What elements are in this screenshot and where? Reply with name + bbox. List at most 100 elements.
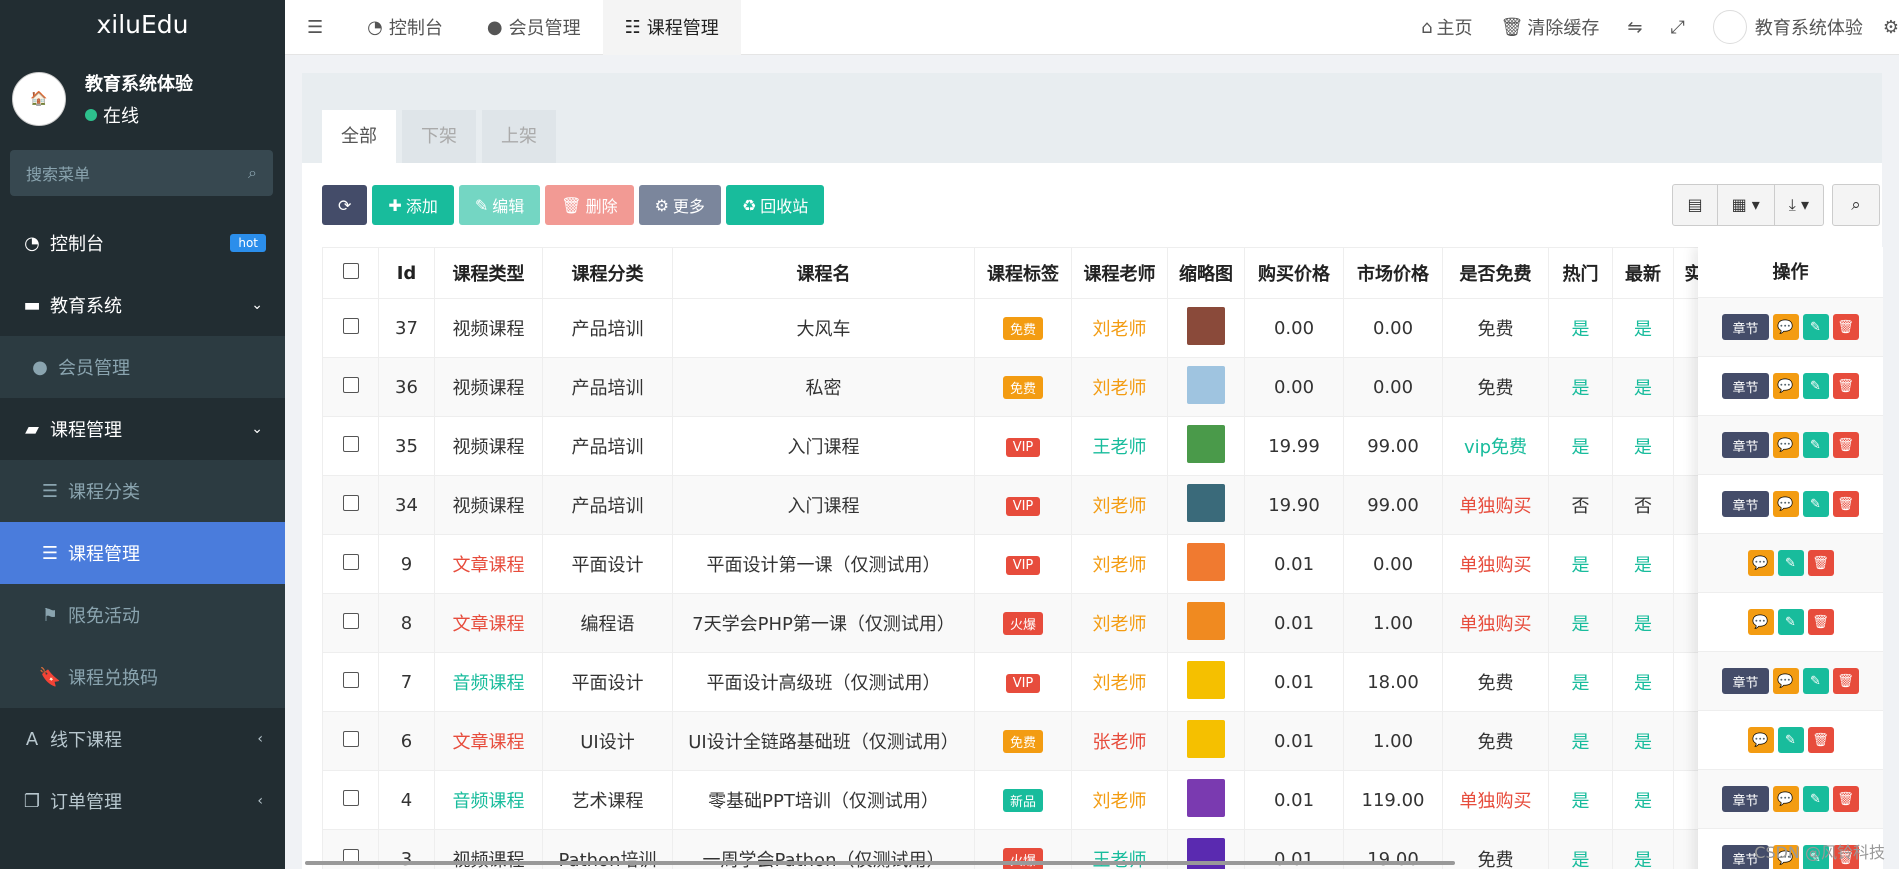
row-checkbox[interactable] <box>322 475 379 535</box>
comment-button[interactable]: 💬 <box>1772 432 1799 458</box>
comment-button[interactable]: 💬 <box>1772 491 1799 517</box>
chapters-button[interactable]: 章节 <box>1722 314 1769 340</box>
settings-gear-icon[interactable]: ⚙ <box>1877 0 1899 55</box>
th-name[interactable]: 课程名 <box>672 247 975 299</box>
sidebar-item-6[interactable]: ⚑ 限免活动 <box>0 584 285 646</box>
edit-row-button[interactable]: ✎ <box>1802 314 1829 340</box>
thumbnail-image[interactable] <box>1187 660 1225 699</box>
nav-tab-dashboard[interactable]: ◔ 控制台 <box>345 0 465 55</box>
row-checkbox[interactable] <box>322 711 379 771</box>
comment-button[interactable]: 💬 <box>1747 550 1774 576</box>
table-row[interactable]: 36 视频课程 产品培训 私密 免费 刘老师 0.00 0.00 免费是是 <box>322 357 1714 417</box>
tab-online[interactable]: 上架 <box>482 110 556 163</box>
table-row[interactable]: 7 音频课程 平面设计 平面设计高级班（仅测试用） VIP 刘老师 0.01 18.00 免费是… <box>322 652 1714 712</box>
edit-row-button[interactable]: ✎ <box>1802 786 1829 812</box>
edit-row-button[interactable]: ✎ <box>1802 668 1829 694</box>
thumbnail-image[interactable] <box>1187 719 1225 758</box>
recycle-bin-button[interactable]: ♻ 回收站 <box>725 185 825 225</box>
comment-button[interactable]: 💬 <box>1772 786 1799 812</box>
edit-row-button[interactable]: ✎ <box>1777 550 1804 576</box>
delete-row-button[interactable]: 🗑 <box>1832 668 1859 694</box>
thumbnail-image[interactable] <box>1187 483 1225 522</box>
delete-row-button[interactable]: 🗑 <box>1832 314 1859 340</box>
edit-row-button[interactable]: ✎ <box>1777 609 1804 635</box>
delete-row-button[interactable]: 🗑 <box>1832 432 1859 458</box>
comment-button[interactable]: 💬 <box>1747 609 1774 635</box>
sidebar-item-9[interactable]: ❐ 订单管理 ‹ <box>0 770 285 832</box>
sidebar-item-3[interactable]: ▰ 课程管理 ⌄ <box>0 398 285 460</box>
chapters-button[interactable]: 章节 <box>1722 373 1769 399</box>
sidebar-item-7[interactable]: 🔖 课程兑换码 <box>0 646 285 708</box>
delete-row-button[interactable]: 🗑 <box>1832 491 1859 517</box>
table-row[interactable]: 9 文章课程 平面设计 平面设计第一课（仅测试用） VIP 刘老师 0.01 0.00 单独购买… <box>322 534 1714 594</box>
comment-button[interactable]: 💬 <box>1747 727 1774 753</box>
table-row[interactable]: 34 视频课程 产品培训 入门课程 VIP 刘老师 19.90 99.00 单独购买否否 <box>322 475 1714 535</box>
tab-offline[interactable]: 下架 <box>402 110 476 163</box>
tab-all[interactable]: 全部 <box>322 110 396 163</box>
sidebar-item-4[interactable]: ☰ 课程分类 <box>0 460 285 522</box>
edit-row-button[interactable]: ✎ <box>1802 491 1829 517</box>
th-tag[interactable]: 课程标签 <box>974 247 1072 299</box>
sidebar-item-5[interactable]: ☰ 课程管理 <box>0 522 285 584</box>
chapters-button[interactable]: 章节 <box>1722 432 1769 458</box>
home-link[interactable]: ⌂ 主页 <box>1407 0 1486 55</box>
th-buy-price[interactable]: 购买价格 <box>1244 247 1344 299</box>
th-new[interactable]: 最新 <box>1612 247 1674 299</box>
thumbnail-image[interactable] <box>1187 542 1225 581</box>
delete-row-button[interactable]: 🗑 <box>1807 609 1834 635</box>
th-thumb[interactable]: 缩略图 <box>1167 247 1245 299</box>
comment-button[interactable]: 💬 <box>1772 373 1799 399</box>
refresh-button[interactable]: ⟳ <box>322 185 368 225</box>
chapters-button[interactable]: 章节 <box>1722 786 1769 812</box>
comment-button[interactable]: 💬 <box>1772 668 1799 694</box>
thumbnail-image[interactable] <box>1187 424 1225 463</box>
row-checkbox[interactable] <box>322 652 379 712</box>
table-row[interactable]: 35 视频课程 产品培训 入门课程 VIP 王老师 19.99 99.00 vip免费是是 <box>322 416 1714 476</box>
columns-icon[interactable]: ▦ ▾ <box>1718 185 1775 225</box>
table-row[interactable]: 8 文章课程 编程语 7天学会PHP第一课（仅测试用） 火爆 刘老师 0.01 1.00 单独购… <box>322 593 1714 653</box>
sidebar-toggle-button[interactable]: ☰ <box>285 0 345 55</box>
add-button[interactable]: ✚ 添加 <box>372 185 454 225</box>
sidebar-item-1[interactable]: ▬ 教育系统 ⌄ <box>0 274 285 336</box>
table-row[interactable]: 6 文章课程 UI设计 UI设计全链路基础班（仅测试用） 免费 张老师 0.01 1.00 免费… <box>322 711 1714 771</box>
delete-row-button[interactable]: 🗑 <box>1832 373 1859 399</box>
horizontal-scrollbar[interactable] <box>305 861 1455 865</box>
edit-row-button[interactable]: ✎ <box>1777 727 1804 753</box>
thumbnail-image[interactable] <box>1187 365 1225 404</box>
chapters-button[interactable]: 章节 <box>1722 491 1769 517</box>
edit-row-button[interactable]: ✎ <box>1802 432 1829 458</box>
row-checkbox[interactable] <box>322 770 379 830</box>
edit-button[interactable]: ✎ 编辑 <box>458 185 541 225</box>
th-hot[interactable]: 热门 <box>1548 247 1613 299</box>
language-icon[interactable]: ⇋ <box>1613 0 1656 55</box>
table-search-button[interactable]: ⌕ <box>1832 184 1880 226</box>
table-row[interactable]: 37 视频课程 产品培训 大风车 免费 刘老师 0.00 0.00 免费是是 <box>322 298 1714 358</box>
row-checkbox[interactable] <box>322 357 379 417</box>
row-checkbox[interactable] <box>322 416 379 476</box>
sidebar-item-2[interactable]: ● 会员管理 <box>0 336 285 398</box>
nav-tab-courses[interactable]: ☷ 课程管理 <box>602 0 741 55</box>
row-checkbox[interactable] <box>322 593 379 653</box>
row-checkbox[interactable] <box>322 298 379 358</box>
menu-search-input[interactable]: 搜索菜单 ⌕ <box>10 150 273 196</box>
thumbnail-image[interactable] <box>1187 778 1225 817</box>
delete-row-button[interactable]: 🗑 <box>1832 786 1859 812</box>
th-is-free[interactable]: 是否免费 <box>1442 247 1549 299</box>
delete-button[interactable]: 🗑 删除 <box>545 185 634 225</box>
delete-row-button[interactable]: 🗑 <box>1807 550 1834 576</box>
user-menu[interactable]: 教育系统体验 <box>1699 0 1877 55</box>
nav-tab-members[interactable]: ● 会员管理 <box>465 0 603 55</box>
more-button[interactable]: ⚙ 更多 <box>638 185 721 225</box>
th-category[interactable]: 课程分类 <box>542 247 673 299</box>
comment-button[interactable]: 💬 <box>1772 314 1799 340</box>
card-view-icon[interactable]: ▤ <box>1673 185 1718 225</box>
table-row[interactable]: 4 音频课程 艺术课程 零基础PPT培训（仅测试用） 新品 刘老师 0.01 119.00 单独… <box>322 770 1714 830</box>
delete-row-button[interactable]: 🗑 <box>1807 727 1834 753</box>
export-icon[interactable]: ⤓ ▾ <box>1775 185 1823 225</box>
clear-cache-button[interactable]: 🗑 清除缓存 <box>1487 0 1614 55</box>
edit-row-button[interactable]: ✎ <box>1802 373 1829 399</box>
app-logo[interactable]: xiluEdu <box>0 0 285 50</box>
th-market-price[interactable]: 市场价格 <box>1343 247 1443 299</box>
thumbnail-image[interactable] <box>1187 306 1225 345</box>
sidebar-item-0[interactable]: ◔ 控制台 hot <box>0 212 285 274</box>
